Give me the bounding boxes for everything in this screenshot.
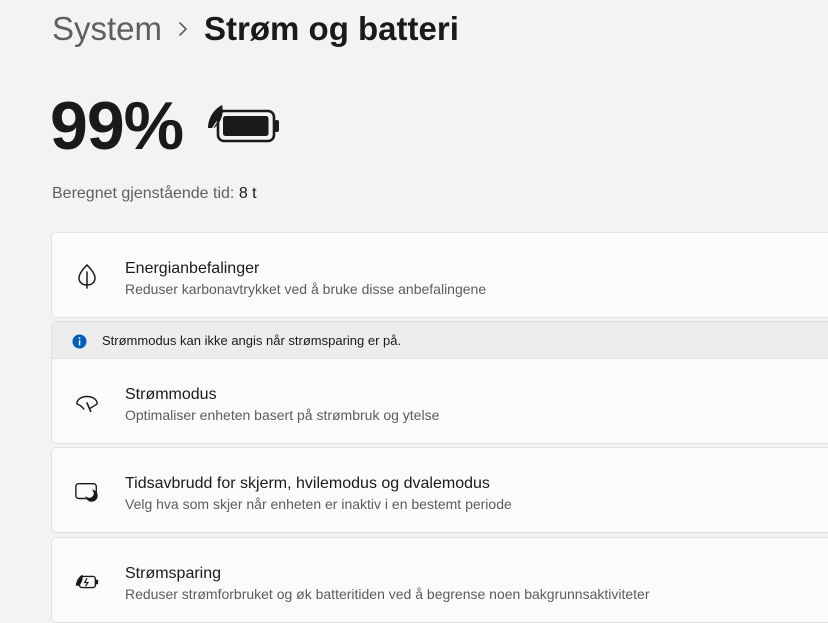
energy-recommendations-subtitle: Reduser karbonavtrykket ved å bruke diss… — [125, 281, 487, 297]
battery-percentage: 99% — [50, 88, 184, 164]
battery-leaf-icon — [206, 102, 280, 149]
info-message: Strømmodus kan ikke angis når strømspari… — [102, 333, 402, 348]
energy-recommendations-card[interactable]: Energianbefalinger Reduser karbonavtrykk… — [51, 232, 828, 318]
battery-saver-card[interactable]: Strømsparing Reduser strømforbruket og ø… — [51, 537, 828, 623]
info-icon — [72, 334, 87, 354]
leaf-icon — [74, 263, 100, 289]
screen-sleep-timeouts-subtitle: Velg hva som skjer når enheten er inakti… — [125, 496, 512, 512]
power-mode-title: Strømmodus — [125, 386, 217, 403]
chevron-right-icon — [162, 22, 204, 36]
battery-saver-title: Strømsparing — [125, 565, 222, 582]
speedometer-icon — [74, 390, 100, 416]
breadcrumb: System Strøm og batteri — [52, 8, 459, 50]
page-title: Strøm og batteri — [204, 10, 459, 47]
battery-saver-subtitle: Reduser strømforbruket og øk batteritide… — [125, 586, 650, 602]
breadcrumb-system-link[interactable]: System — [52, 8, 162, 50]
remaining-time-value: 8 t — [238, 185, 257, 202]
power-mode-subtitle: Optimaliser enheten basert på strømbruk … — [125, 407, 440, 423]
battery-saver-icon — [74, 569, 100, 595]
remaining-time-label: Beregnet gjenstående tid: — [52, 185, 235, 202]
power-mode-card[interactable]: Strømmodus Optimaliser enheten basert på… — [51, 358, 828, 444]
remaining-time: Beregnet gjenstående tid: 8 t — [52, 183, 257, 205]
screen-sleep-timeouts-card[interactable]: Tidsavbrudd for skjerm, hvilemodus og dv… — [51, 447, 828, 533]
screen-sleep-timeouts-title: Tidsavbrudd for skjerm, hvilemodus og dv… — [125, 475, 490, 492]
power-mode-info-bar: Strømmodus kan ikke angis når strømspari… — [51, 321, 828, 359]
energy-recommendations-title: Energianbefalinger — [125, 260, 260, 277]
screen-sleep-icon — [74, 479, 100, 505]
